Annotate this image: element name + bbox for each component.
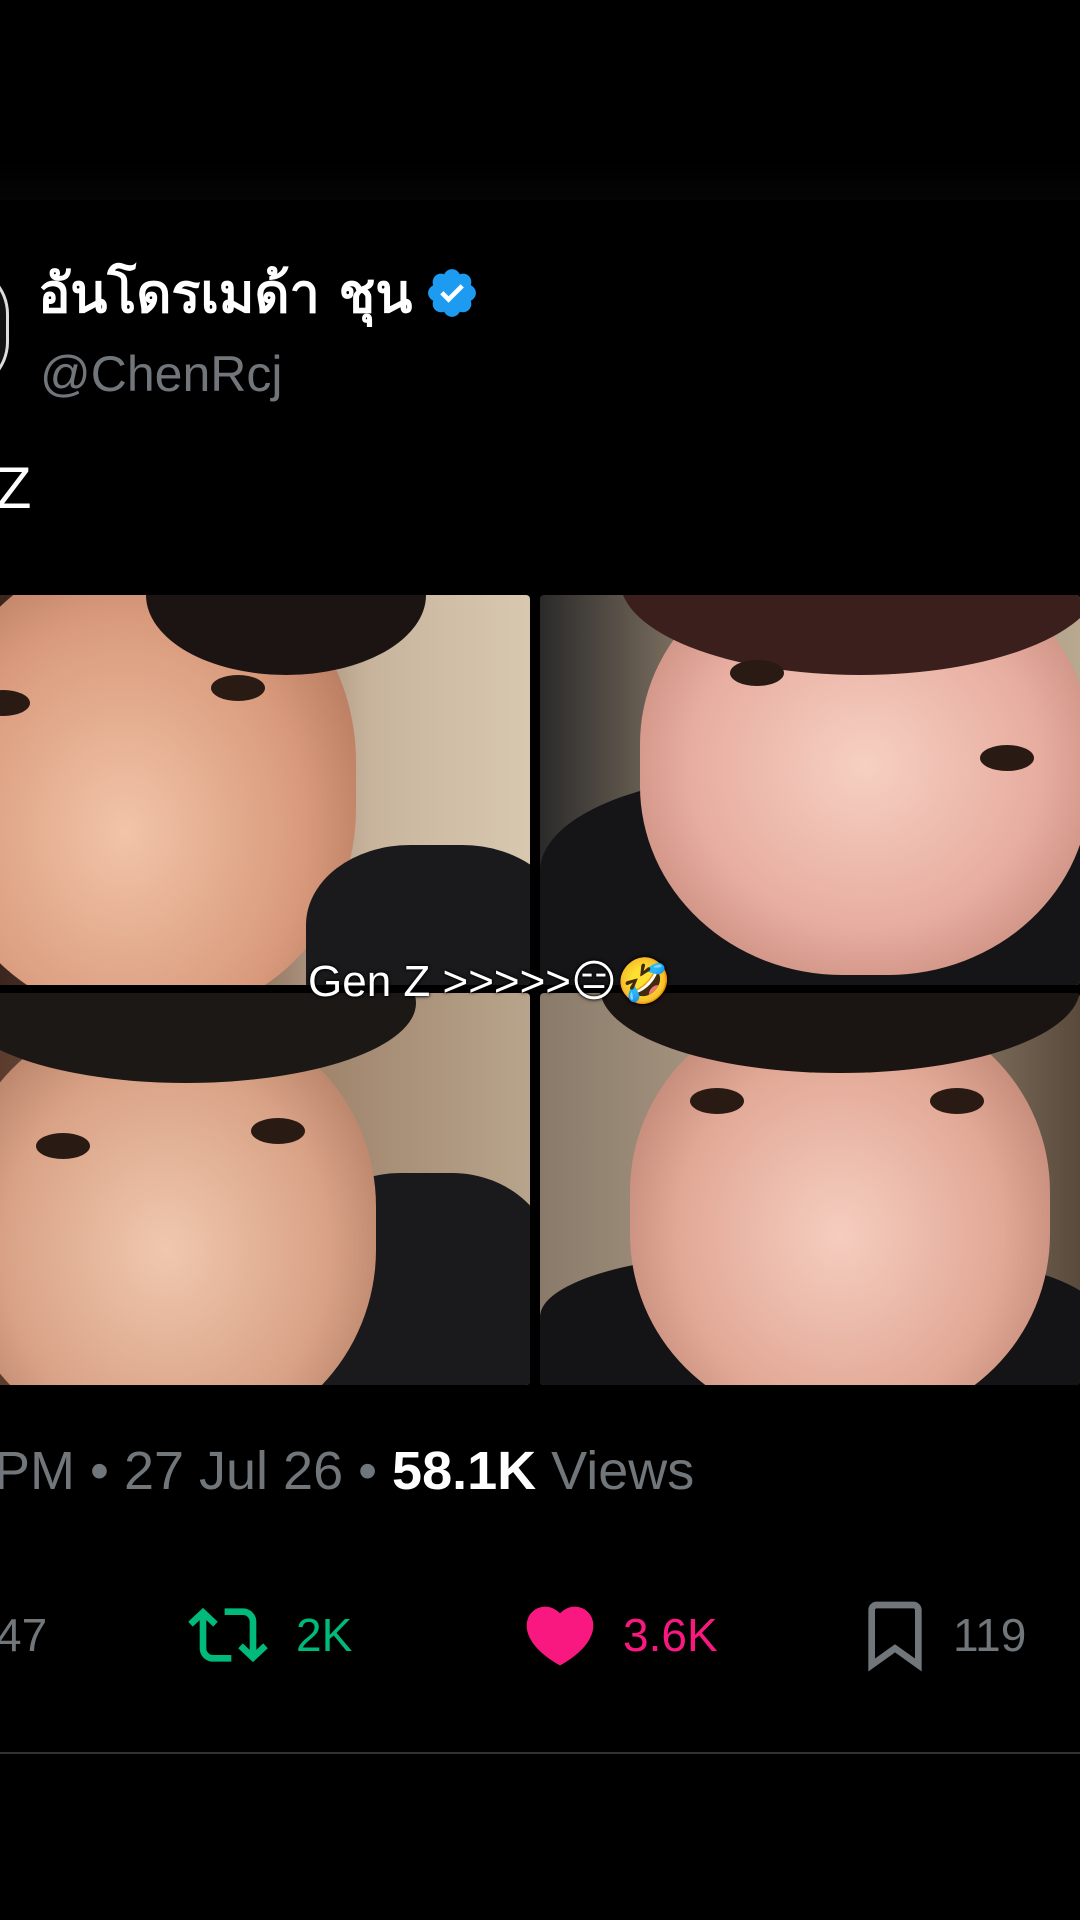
divider [0, 1752, 1080, 1754]
display-name[interactable]: อันโดรเมด้า ชุน [38, 250, 480, 336]
action-bar: 47 2K 3.6K 119 [0, 1590, 1080, 1680]
photo-eye [930, 1088, 984, 1114]
top-fade [0, 0, 1080, 200]
reply-button[interactable]: 47 [0, 1590, 47, 1680]
photo-bottom-left[interactable] [0, 993, 530, 1385]
heart-icon [515, 1595, 605, 1675]
display-name-text: อันโดรเมด้า ชุน [38, 262, 413, 325]
avatar[interactable] [0, 265, 9, 391]
tweet-screenshot: อันโดรเมด้า ชุน @ChenRcj Z Gen Z >>>>>😑🤣… [0, 0, 1080, 1920]
tweet-time: PM [0, 1441, 75, 1501]
photo-eye [251, 1118, 305, 1144]
like-count: 3.6K [623, 1609, 718, 1661]
photo-eye [980, 745, 1034, 771]
bookmark-count: 119 [953, 1609, 1027, 1661]
tweet-meta: PM • 27 Jul 26 • 58.1K Views [0, 1440, 694, 1502]
photo-bottom-right[interactable] [540, 993, 1080, 1385]
user-handle[interactable]: @ChenRcj [40, 345, 283, 403]
bookmark-icon [855, 1590, 935, 1680]
photo-top-left[interactable] [0, 595, 530, 985]
photo-eye [730, 660, 784, 686]
verified-badge-icon [424, 265, 480, 321]
photo-eye [690, 1088, 744, 1114]
reply-count: 47 [0, 1609, 48, 1661]
like-button[interactable]: 3.6K [515, 1590, 718, 1680]
meta-separator: • [358, 1441, 378, 1501]
photo-top-right[interactable] [540, 595, 1080, 985]
bookmark-button[interactable]: 119 [855, 1590, 1026, 1680]
repost-icon [178, 1595, 278, 1675]
tweet-text: Z [0, 456, 32, 521]
photo-eye [36, 1133, 90, 1159]
views-count: 58.1K [392, 1441, 537, 1501]
photo-eye [211, 675, 265, 701]
views-label: Views [551, 1441, 695, 1501]
repost-button[interactable]: 2K [178, 1590, 352, 1680]
tweet-date[interactable]: 27 Jul 26 [124, 1441, 343, 1501]
repost-count: 2K [296, 1609, 353, 1661]
caption-overlay: Gen Z >>>>>😑🤣 [308, 957, 672, 1006]
meta-separator: • [90, 1441, 109, 1501]
